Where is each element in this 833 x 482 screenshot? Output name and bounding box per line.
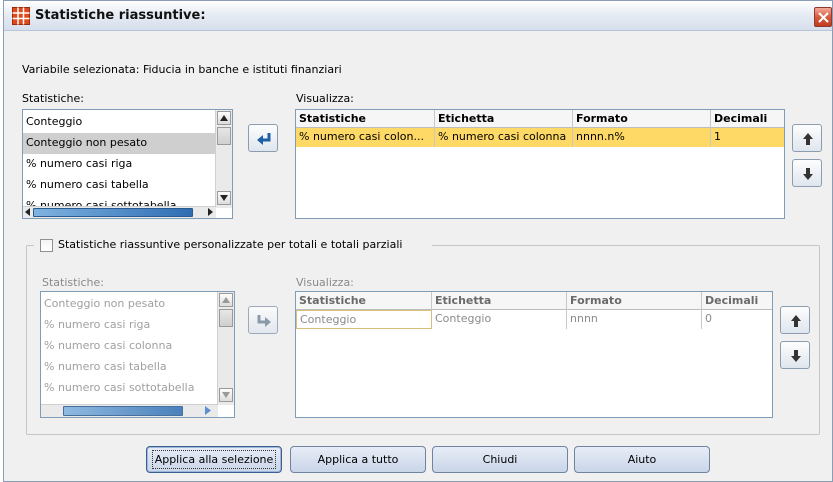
stats-listbox[interactable]: Conteggio Conteggio non pesato% numero ca… (22, 109, 233, 219)
custom-stats-vertical-scrollbar[interactable] (217, 292, 234, 405)
triangle-down-icon (220, 195, 228, 201)
triangle-left-icon[interactable] (24, 207, 32, 217)
arrow-left-return-icon (257, 133, 271, 145)
arrow-down-icon (791, 350, 801, 362)
selected-variable-label: Variabile selezionata: Fiducia in banche… (22, 63, 342, 76)
cell-label[interactable]: % numero casi colonna (435, 128, 573, 147)
custom-totals-header: Statistiche riassuntive personalizzate p… (34, 237, 432, 253)
scroll-thumb[interactable] (217, 127, 231, 145)
column-header-format[interactable]: Formato (567, 292, 702, 310)
custom-move-to-display-button[interactable] (248, 306, 278, 334)
list-item[interactable]: % numero casi riga (23, 154, 216, 175)
apply-selection-button[interactable]: Applica alla selezione (146, 446, 282, 473)
close-button[interactable]: Chiudi (432, 446, 568, 473)
list-item[interactable]: Conteggio non pesato (41, 294, 218, 315)
close-icon (818, 12, 829, 23)
grid-header: Statistiche Etichetta Formato Decimali (296, 292, 772, 310)
cell-decimals[interactable]: 0 (702, 310, 772, 329)
cell-statistic[interactable]: % numero casi colon... (296, 128, 435, 147)
column-header-statistics[interactable]: Statistiche (296, 292, 432, 310)
triangle-up-icon (220, 115, 228, 121)
cell-label[interactable]: Conteggio (432, 310, 567, 329)
column-header-label[interactable]: Etichetta (432, 292, 567, 310)
list-item[interactable]: Conteggio non pesato (23, 133, 216, 154)
move-down-button[interactable] (792, 159, 822, 187)
column-header-decimals[interactable]: Decimali (711, 110, 784, 128)
grid-header: Statistiche Etichetta Formato Decimali (296, 110, 784, 128)
column-header-statistics[interactable]: Statistiche (296, 110, 435, 128)
custom-totals-checkbox[interactable] (40, 239, 53, 252)
apply-all-button[interactable]: Applica a tutto (290, 446, 426, 473)
title-bar: Statistiche riassuntive: (4, 1, 832, 31)
list-item[interactable]: % numero casi sottotabella (41, 378, 218, 399)
window-title: Statistiche riassuntive: (35, 8, 206, 23)
triangle-right-icon[interactable] (206, 207, 214, 217)
column-header-decimals[interactable]: Decimali (702, 292, 772, 310)
custom-display-label: Visualizza: (296, 276, 354, 289)
list-item[interactable]: % numero casi tabella (23, 175, 216, 196)
custom-move-down-button[interactable] (780, 341, 810, 369)
table-row[interactable]: % numero casi colon... % numero casi col… (296, 128, 784, 147)
custom-stats-listbox[interactable]: Conteggio non pesato% numero casi riga% … (40, 291, 235, 418)
scroll-thumb[interactable] (63, 406, 183, 416)
close-window-button[interactable] (814, 7, 832, 27)
list-item[interactable]: % numero casi tabella (41, 357, 218, 378)
list-item[interactable]: % numero casi riga (41, 315, 218, 336)
list-item[interactable]: % numero casi colonna (41, 336, 218, 357)
scroll-down-button[interactable] (219, 388, 233, 402)
help-button[interactable]: Aiuto (574, 446, 710, 473)
custom-move-up-button[interactable] (780, 306, 810, 334)
cell-decimals[interactable]: 1 (711, 128, 784, 147)
display-grid[interactable]: Statistiche Etichetta Formato Decimali %… (295, 109, 785, 219)
move-to-display-button[interactable] (248, 124, 278, 152)
column-header-label[interactable]: Etichetta (435, 110, 573, 128)
scroll-up-button[interactable] (219, 293, 233, 307)
dialog-window: Statistiche riassuntive: Variabile selez… (3, 0, 833, 482)
arrow-down-icon (803, 168, 813, 180)
move-up-button[interactable] (792, 124, 822, 152)
arrow-up-icon (803, 133, 813, 145)
column-header-format[interactable]: Formato (573, 110, 711, 128)
cell-statistic[interactable]: Conteggio (296, 310, 432, 329)
stats-horizontal-scrollbar[interactable] (23, 206, 216, 218)
custom-display-grid[interactable]: Statistiche Etichetta Formato Decimali C… (295, 291, 773, 418)
arrow-up-icon (791, 315, 801, 327)
triangle-down-icon (222, 392, 230, 398)
list-item[interactable]: Conteggio (23, 112, 216, 133)
stats-vertical-scrollbar[interactable] (215, 110, 232, 208)
custom-stats-horizontal-scrollbar[interactable] (41, 404, 218, 417)
custom-totals-checkbox-label[interactable]: Statistiche riassuntive personalizzate p… (58, 238, 402, 251)
scroll-up-button[interactable] (217, 111, 231, 125)
scroll-thumb[interactable] (33, 208, 193, 217)
cell-format[interactable]: nnnn.n% (573, 128, 711, 147)
stats-label: Statistiche: (22, 92, 84, 105)
scroll-down-button[interactable] (217, 191, 231, 205)
apply-selection-label: Applica alla selezione (151, 450, 277, 469)
display-label: Visualizza: (296, 92, 354, 105)
triangle-right-icon[interactable] (203, 405, 213, 416)
table-icon (12, 7, 30, 25)
triangle-up-icon (222, 297, 230, 303)
table-row[interactable]: Conteggio Conteggio nnnn 0 (296, 310, 772, 329)
scroll-thumb[interactable] (219, 309, 233, 327)
arrow-right-return-icon (257, 315, 271, 327)
cell-format[interactable]: nnnn (567, 310, 702, 329)
custom-stats-label: Statistiche: (42, 276, 104, 289)
